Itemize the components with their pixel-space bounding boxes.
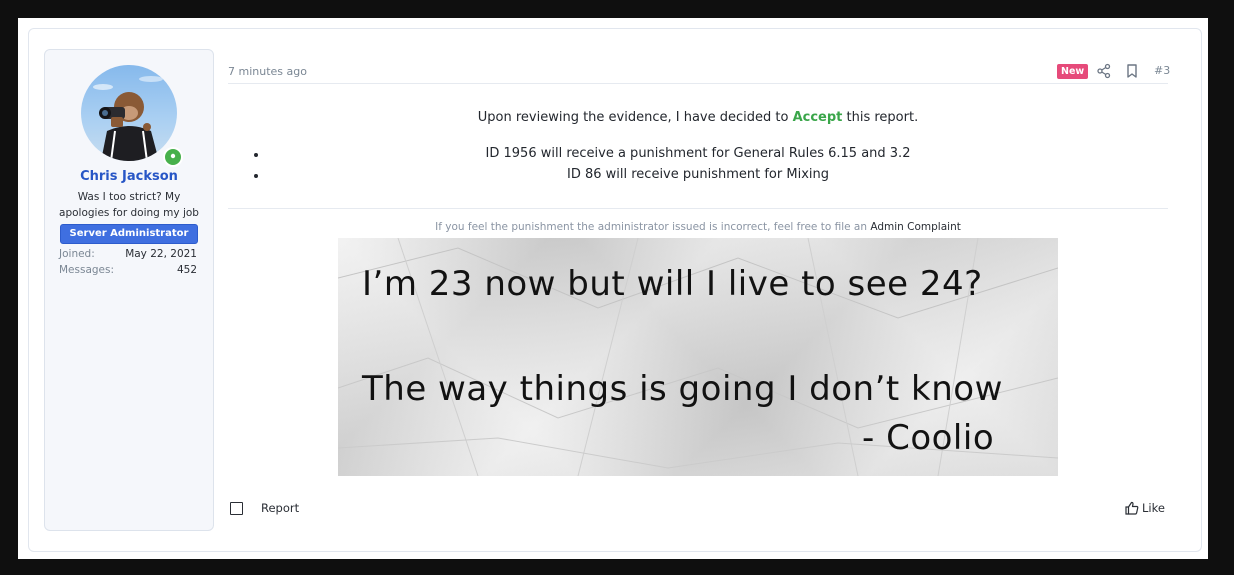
post-header: 7 minutes ago New #3 bbox=[228, 49, 1170, 84]
quote-attribution: - Coolio bbox=[862, 418, 995, 458]
intro-text: Upon reviewing the evidence, I have deci… bbox=[477, 110, 793, 125]
user-title: Was I too strict? My apologies for doing… bbox=[59, 191, 199, 219]
list-item: ID 1956 will receive a punishment for Ge… bbox=[485, 146, 911, 161]
list-item: ID 86 will receive punishment for Mixing bbox=[566, 167, 829, 182]
share-icon[interactable] bbox=[1096, 63, 1112, 79]
post-date[interactable]: 7 minutes ago bbox=[228, 65, 307, 78]
quote-line: The way things is going I don’t know bbox=[362, 369, 1003, 409]
admin-complaint-link[interactable]: Admin Complaint bbox=[870, 221, 961, 233]
new-badge: New bbox=[1057, 64, 1089, 79]
online-status-icon bbox=[163, 147, 183, 167]
username[interactable]: Chris Jackson bbox=[45, 169, 213, 184]
stat-label: Messages: bbox=[59, 264, 115, 276]
stat-label: Joined: bbox=[59, 248, 95, 260]
quote-line: I’m 23 now but will I live to see 24? bbox=[362, 264, 983, 304]
post-intro: Upon reviewing the evidence, I have deci… bbox=[228, 110, 1168, 125]
report-button[interactable]: Report bbox=[261, 501, 299, 515]
notice-text: If you feel the punishment the administr… bbox=[435, 221, 871, 233]
bookmark-icon[interactable] bbox=[1124, 63, 1140, 79]
post-number[interactable]: #3 bbox=[1154, 64, 1170, 77]
stat-value: May 22, 2021 bbox=[125, 248, 197, 260]
quote-image[interactable]: I’m 23 now but will I live to see 24? Th… bbox=[338, 238, 1058, 476]
accept-highlight: Accept bbox=[792, 110, 843, 125]
post-main: 7 minutes ago New #3 Upon reviewing the … bbox=[228, 49, 1170, 529]
avatar-image bbox=[93, 76, 163, 161]
user-banner: Server Administrator bbox=[60, 224, 198, 244]
divider bbox=[228, 208, 1168, 209]
thumbs-up-icon bbox=[1125, 501, 1139, 515]
forum-post: Chris Jackson Was I too strict? My apolo… bbox=[28, 28, 1202, 552]
page-frame: Chris Jackson Was I too strict? My apolo… bbox=[18, 18, 1208, 559]
stat-value[interactable]: 452 bbox=[177, 263, 197, 277]
complaint-notice: If you feel the punishment the administr… bbox=[228, 221, 1168, 233]
select-checkbox[interactable] bbox=[230, 502, 243, 515]
like-label: Like bbox=[1142, 501, 1165, 515]
intro-text-end: this report. bbox=[842, 110, 919, 125]
user-card: Chris Jackson Was I too strict? My apolo… bbox=[44, 49, 214, 531]
avatar[interactable] bbox=[81, 65, 177, 161]
